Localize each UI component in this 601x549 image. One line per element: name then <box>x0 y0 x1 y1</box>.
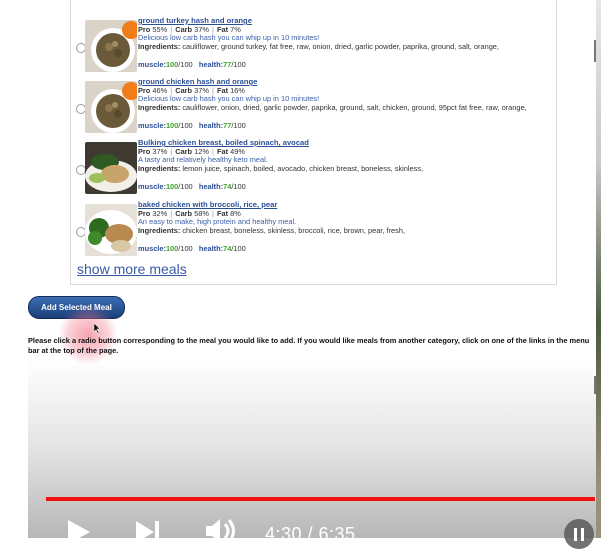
meal-info: ground chicken hash and orange Pro 46% |… <box>138 77 553 129</box>
pause-icon[interactable] <box>564 519 594 549</box>
side-marker <box>594 376 596 394</box>
meal-thumbnail <box>85 142 137 194</box>
meal-ingredients: Ingredients: cauliflower, ground turkey,… <box>138 41 499 51</box>
video-progress-bar[interactable] <box>46 497 601 501</box>
meal-info: ground turkey hash and orange Pro 55% | … <box>138 16 553 68</box>
meal-scores: muscle:100/100 health:74/100 <box>138 182 246 191</box>
meal-option: Bulking chicken breast, boiled spinach, … <box>71 138 556 199</box>
video-controls-overlay <box>28 358 601 538</box>
meal-thumbnail <box>85 81 137 133</box>
meal-ingredients: Ingredients: cauliflower, onion, dried, … <box>138 102 527 112</box>
video-time-display: 4:30 / 6:35 <box>265 524 356 544</box>
meal-option: baked chicken with broccoli, rice, pear … <box>71 200 556 261</box>
volume-icon[interactable] <box>204 517 238 541</box>
meal-scores: muscle:100/100 health:74/100 <box>138 244 246 253</box>
side-video-strip <box>596 0 601 538</box>
meal-ingredients: Ingredients: lemon juice, spinach, boile… <box>138 163 424 173</box>
click-indicator <box>58 305 118 365</box>
play-icon[interactable] <box>64 518 92 542</box>
instructions-text: Please click a radio button correspondin… <box>28 336 590 355</box>
meal-scores: muscle:100/100 health:77/100 <box>138 60 246 69</box>
mouse-cursor-icon <box>94 323 101 334</box>
video-progress-fill <box>46 497 596 501</box>
meal-info: Bulking chicken breast, boiled spinach, … <box>138 138 553 190</box>
meal-ingredients: Ingredients: chicken breast, boneless, s… <box>138 225 406 235</box>
meal-option: ground chicken hash and orange Pro 46% |… <box>71 77 556 138</box>
meal-thumbnail <box>85 20 137 72</box>
meal-option: ground turkey hash and orange Pro 55% | … <box>71 16 556 77</box>
meal-list-panel: ground turkey hash and orange Pro 55% | … <box>70 0 557 285</box>
meal-info: baked chicken with broccoli, rice, pear … <box>138 200 553 252</box>
show-more-meals-link[interactable]: show more meals <box>77 261 187 277</box>
side-marker <box>594 40 596 62</box>
meal-thumbnail <box>85 204 137 256</box>
meal-scores: muscle:100/100 health:77/100 <box>138 121 246 130</box>
